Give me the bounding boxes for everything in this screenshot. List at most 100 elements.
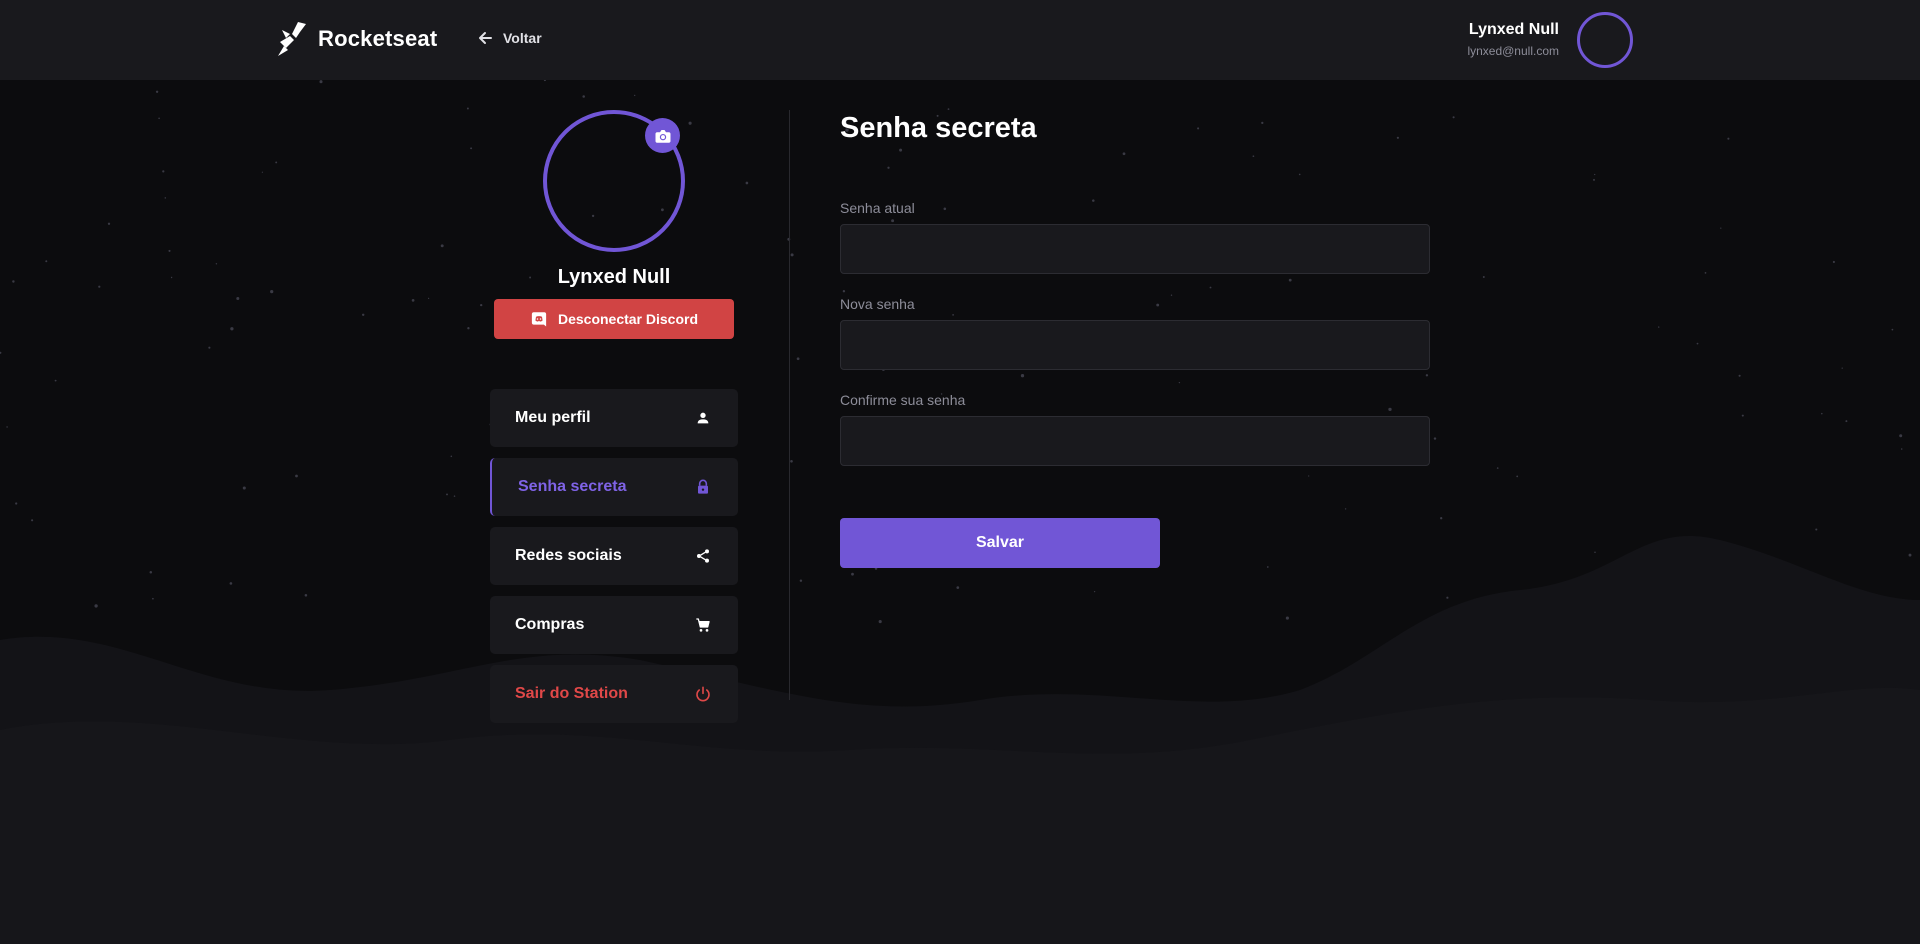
star-dot (450, 455, 453, 458)
menu-item-compras[interactable]: Compras (490, 596, 738, 654)
star-dot (1298, 173, 1301, 176)
brand-name: Rocketseat (318, 26, 438, 51)
vertical-divider (789, 110, 790, 700)
star-dot (887, 166, 890, 169)
star-dot (270, 289, 274, 294)
star-dot (242, 486, 246, 490)
star-dot (12, 280, 15, 283)
star-dot (1446, 596, 1449, 599)
star-dot (6, 426, 8, 428)
menu-item-meu-perfil[interactable]: Meu perfil (490, 389, 738, 447)
star-dot (745, 181, 749, 185)
arrow-left-icon (479, 32, 492, 44)
star-dot (790, 253, 794, 257)
star-dot (1433, 437, 1437, 440)
star-dot (1720, 227, 1722, 229)
new-password-field: Nova senha (840, 296, 1430, 370)
star-dot (1832, 260, 1835, 264)
star-dot (634, 94, 636, 97)
star-dot (790, 459, 793, 463)
star-dot (1593, 178, 1595, 181)
save-button[interactable]: Salvar (840, 518, 1160, 568)
user-icon (694, 409, 712, 427)
back-link[interactable]: Voltar (477, 30, 542, 46)
star-dot (295, 474, 298, 478)
page-title: Senha secreta (840, 112, 1037, 144)
menu-item-label: Redes sociais (515, 547, 622, 564)
current-password-input[interactable] (840, 224, 1430, 274)
star-dot (275, 161, 278, 164)
star-dot (1344, 508, 1347, 510)
star-dot (480, 303, 483, 307)
rocket-logo-icon (278, 22, 306, 56)
star-dot (466, 107, 469, 110)
star-dot (1496, 467, 1499, 469)
star-dot (15, 502, 18, 505)
confirm-password-input[interactable] (840, 416, 1430, 466)
star-dot (1440, 517, 1443, 520)
rocketseat-logo[interactable]: Rocketseat (276, 20, 437, 58)
star-dot (1891, 328, 1894, 331)
current-password-label: Senha atual (840, 200, 915, 216)
header-user-name: Lynxed Null (1468, 21, 1559, 38)
star-dot (1738, 374, 1741, 377)
discord-icon (531, 312, 547, 327)
star-dot (899, 148, 903, 152)
star-dot (453, 495, 456, 497)
menu-item-senha-secreta[interactable]: Senha secreta (490, 458, 738, 516)
star-dot (446, 493, 448, 496)
star-dot (1908, 553, 1912, 557)
header-user-email: lynxed@null.com (1467, 44, 1559, 58)
header-user-info: Lynxed Null lynxed@null.com (1467, 21, 1559, 58)
current-password-field: Senha atual (840, 200, 1430, 274)
cart-icon (694, 616, 712, 634)
star-dot (1741, 414, 1744, 417)
star-dot (261, 171, 263, 173)
star-dot (229, 582, 233, 585)
star-dot (215, 263, 218, 265)
star-dot (467, 327, 470, 330)
star-dot (1288, 278, 1292, 282)
top-header: Rocketseat Voltar Lynxed Null lynxed@nul… (0, 0, 1920, 80)
star-dot (162, 170, 165, 173)
star-dot (236, 296, 240, 301)
menu-item-label: Sair do Station (515, 685, 628, 702)
star-dot (304, 594, 308, 597)
star-dot (1209, 286, 1212, 289)
new-password-input[interactable] (840, 320, 1430, 370)
star-dot (31, 519, 34, 522)
new-password-label: Nova senha (840, 296, 915, 312)
star-dot (470, 147, 473, 150)
star-dot (1285, 616, 1289, 620)
confirm-password-label: Confirme sua senha (840, 392, 966, 408)
menu-item-redes-sociais[interactable]: Redes sociais (490, 527, 738, 585)
star-dot (1727, 137, 1730, 140)
star-dot (361, 313, 365, 317)
star-dot (158, 117, 160, 120)
star-dot (1696, 342, 1699, 345)
star-dot (164, 197, 167, 199)
menu-item-label: Senha secreta (518, 478, 627, 495)
disconnect-discord-button[interactable]: Desconectar Discord (494, 299, 734, 339)
star-dot (319, 80, 323, 84)
change-photo-button[interactable] (645, 118, 680, 153)
header-avatar[interactable] (1577, 12, 1633, 68)
profile-name: Lynxed Null (557, 266, 671, 288)
star-dot (1482, 276, 1485, 278)
star-dot (94, 604, 98, 608)
star-dot (1252, 155, 1255, 158)
star-dot (152, 597, 154, 600)
star-dot (1020, 374, 1025, 378)
power-icon (694, 685, 712, 703)
star-dot (1516, 475, 1519, 478)
star-dot (230, 327, 234, 331)
star-dot (1845, 420, 1848, 423)
star-dot (1900, 448, 1903, 450)
star-dot (799, 579, 803, 582)
star-dot (107, 222, 111, 225)
menu-item-sair-do-station[interactable]: Sair do Station (490, 665, 738, 723)
star-dot (45, 260, 48, 263)
star-dot (842, 290, 846, 293)
share-icon (694, 547, 712, 565)
star-dot (170, 276, 173, 279)
